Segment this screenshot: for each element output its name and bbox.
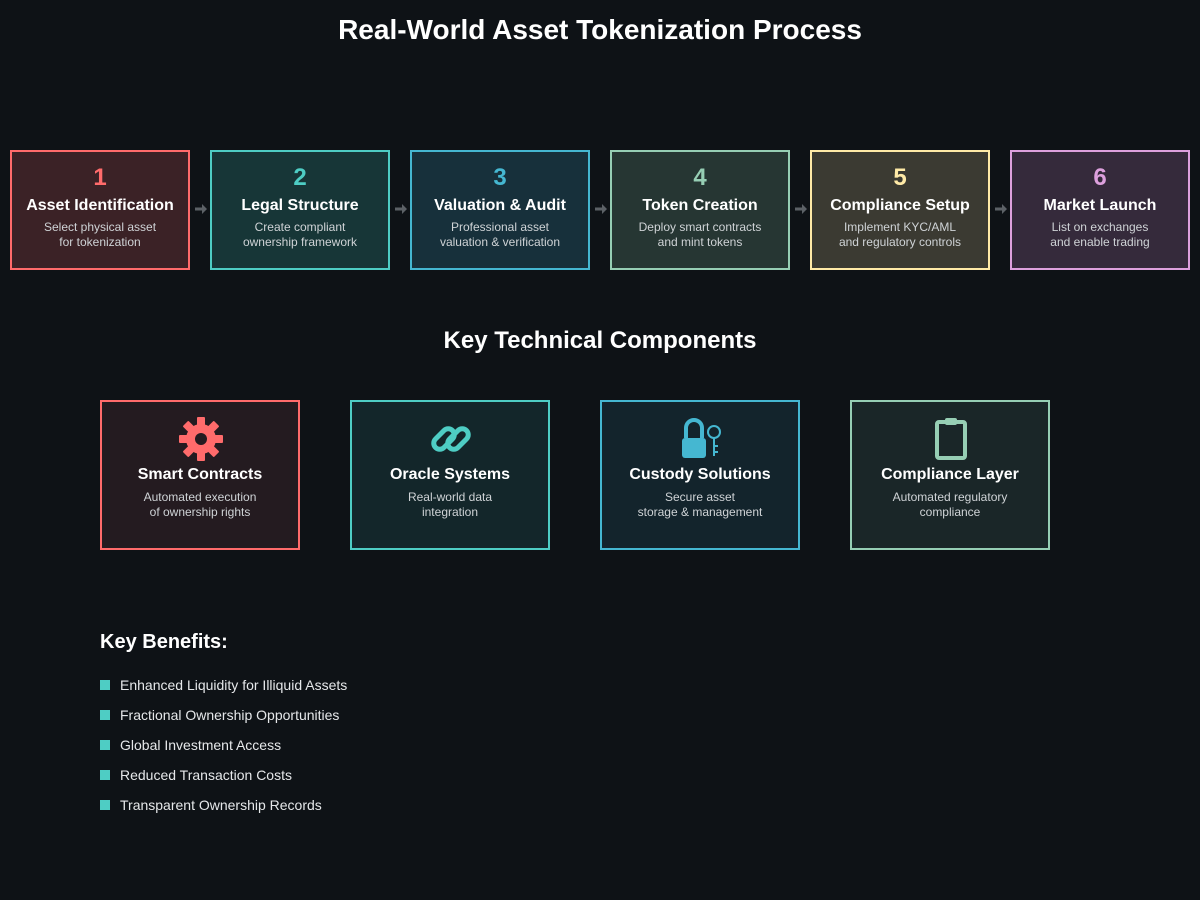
- step-card-2: 2 Legal Structure Create compliant owner…: [210, 150, 390, 270]
- component-description-line: Secure asset: [664, 490, 736, 504]
- process-steps: 1 Asset Identification Select physical a…: [0, 150, 1200, 270]
- component-title: Compliance Layer: [881, 466, 1019, 483]
- step-number: 2: [293, 164, 307, 191]
- benefit-item: Reduced Transaction Costs: [100, 765, 700, 785]
- component-description-line: storage & management: [637, 505, 763, 519]
- component-description-line: Automated execution: [143, 490, 257, 504]
- component-description: Automated execution of ownership rights: [102, 490, 298, 520]
- benefit-item: Global Investment Access: [100, 735, 700, 755]
- step-description-line: Professional asset: [450, 220, 550, 234]
- step-description-line: and enable trading: [1050, 235, 1150, 249]
- component-description-line: of ownership rights: [149, 505, 251, 519]
- step-title: Valuation & Audit: [434, 197, 566, 214]
- benefit-text: Fractional Ownership Opportunities: [120, 707, 340, 723]
- step-description: Professional asset valuation & verificat…: [412, 220, 588, 250]
- lock-key-icon: [682, 418, 721, 458]
- step-description-line: for tokenization: [59, 235, 141, 249]
- step-title: Market Launch: [1043, 197, 1157, 214]
- benefit-item: Enhanced Liquidity for Illiquid Assets: [100, 675, 700, 695]
- step-description-line: Deploy smart contracts: [638, 220, 762, 234]
- step-card-1: 1 Asset Identification Select physical a…: [10, 150, 190, 270]
- component-description-line: Automated regulatory: [892, 490, 1008, 504]
- component-title: Smart Contracts: [137, 466, 263, 483]
- step-description: List on exchanges and enable trading: [1012, 220, 1188, 250]
- component-card-custody-solutions: Custody Solutions Secure asset storage &…: [600, 400, 800, 550]
- component-description: Secure asset storage & management: [602, 490, 798, 520]
- component-title: Oracle Systems: [389, 466, 511, 483]
- component-description: Real-world data integration: [352, 490, 548, 520]
- step-description-line: Implement KYC/AML: [843, 220, 957, 234]
- step-number: 5: [893, 164, 907, 191]
- step-description-line: Create compliant: [254, 220, 346, 234]
- benefit-text: Enhanced Liquidity for Illiquid Assets: [120, 677, 348, 693]
- component-card-smart-contracts: Smart Contracts Automated execution of o…: [100, 400, 300, 550]
- arrow-right-icon: [995, 204, 1007, 214]
- component-description-line: Real-world data: [407, 490, 493, 504]
- step-description-line: List on exchanges: [1051, 220, 1149, 234]
- step-title: Compliance Setup: [830, 197, 970, 214]
- step-description: Deploy smart contracts and mint tokens: [612, 220, 788, 250]
- link-icon: [431, 426, 471, 452]
- step-description-line: Select physical asset: [43, 220, 157, 234]
- bullet-square-icon: [100, 740, 110, 750]
- step-title: Asset Identification: [26, 197, 174, 214]
- step-card-5: 5 Compliance Setup Implement KYC/AML and…: [810, 150, 990, 270]
- step-description-line: and regulatory controls: [838, 235, 962, 249]
- arrow-right-icon: [595, 204, 607, 214]
- component-title: Custody Solutions: [629, 466, 771, 483]
- step-title: Token Creation: [642, 197, 758, 214]
- arrow-right-icon: [195, 204, 207, 214]
- arrow-right-icon: [395, 204, 407, 214]
- benefits-title: Key Benefits:: [100, 631, 228, 653]
- benefit-text: Transparent Ownership Records: [120, 797, 322, 813]
- step-description-line: and mint tokens: [657, 235, 743, 249]
- step-card-4: 4 Token Creation Deploy smart contracts …: [610, 150, 790, 270]
- page: Real-World Asset Tokenization Process 1 …: [0, 0, 1200, 900]
- step-number: 4: [693, 164, 707, 191]
- component-description-line: compliance: [919, 505, 981, 519]
- step-title: Legal Structure: [241, 197, 359, 214]
- step-description: Create compliant ownership framework: [212, 220, 388, 250]
- components-title: Key Technical Components: [443, 327, 757, 354]
- step-number: 1: [93, 164, 107, 191]
- step-number: 3: [493, 164, 507, 191]
- bullet-square-icon: [100, 680, 110, 690]
- step-number: 6: [1093, 164, 1107, 191]
- benefit-text: Global Investment Access: [120, 737, 282, 753]
- component-card-compliance-layer: Compliance Layer Automated regulatory co…: [850, 400, 1050, 550]
- step-card-3: 3 Valuation & Audit Professional asset v…: [410, 150, 590, 270]
- step-card-6: 6 Market Launch List on exchanges and en…: [1010, 150, 1190, 270]
- component-description: Automated regulatory compliance: [852, 490, 1048, 520]
- benefit-item: Fractional Ownership Opportunities: [100, 705, 700, 725]
- benefit-text: Reduced Transaction Costs: [120, 767, 292, 783]
- component-description-line: integration: [421, 505, 479, 519]
- step-description-line: ownership framework: [242, 235, 358, 249]
- bullet-square-icon: [100, 710, 110, 720]
- step-description-line: valuation & verification: [439, 235, 561, 249]
- step-description: Implement KYC/AML and regulatory control…: [812, 220, 988, 250]
- step-description: Select physical asset for tokenization: [12, 220, 188, 250]
- bullet-square-icon: [100, 800, 110, 810]
- bullet-square-icon: [100, 770, 110, 780]
- component-card-oracle-systems: Oracle Systems Real-world data integrati…: [350, 400, 550, 550]
- page-title: Real-World Asset Tokenization Process: [338, 14, 862, 45]
- benefit-item: Transparent Ownership Records: [100, 795, 700, 815]
- clipboard-icon: [935, 418, 967, 460]
- arrow-right-icon: [795, 204, 807, 214]
- gear-icon: [179, 417, 223, 461]
